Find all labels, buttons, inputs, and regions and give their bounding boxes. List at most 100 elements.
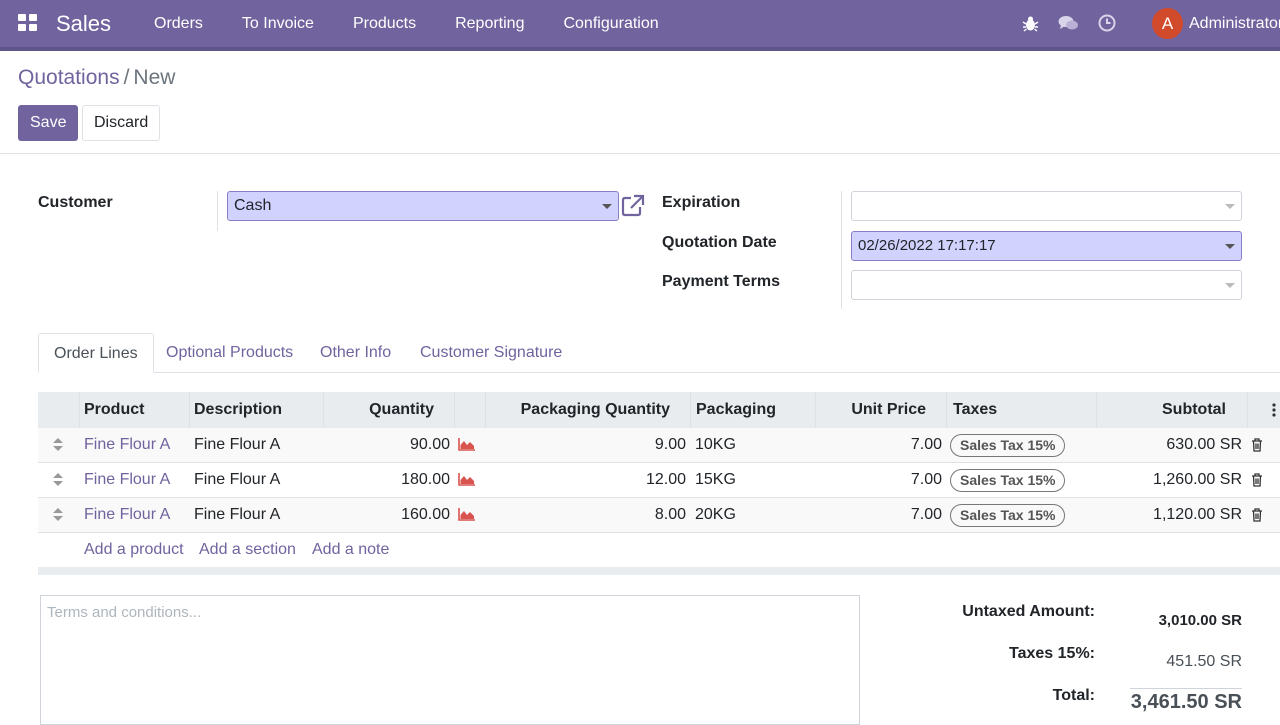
taxes-label: Taxes 15%: bbox=[1009, 645, 1095, 662]
user-menu[interactable]: Administrator bbox=[1189, 15, 1280, 33]
row-product[interactable]: Fine Flour A bbox=[84, 463, 170, 497]
row-unit-price[interactable]: 7.00 bbox=[820, 428, 942, 462]
tab-optional-products[interactable]: Optional Products bbox=[151, 333, 308, 373]
order-lines-header: Product Description Quantity Packaging Q… bbox=[38, 392, 1280, 428]
forecast-chart-icon[interactable] bbox=[458, 473, 476, 486]
row-description[interactable]: Fine Flour A bbox=[194, 463, 280, 497]
table-row[interactable]: Fine Flour A Fine Flour A 90.00 9.00 10K… bbox=[38, 428, 1280, 463]
row-subtotal: 630.00 SR bbox=[1166, 436, 1242, 453]
add-section-link[interactable]: Add a section bbox=[199, 541, 296, 559]
dropdown-caret-icon[interactable] bbox=[1225, 244, 1235, 249]
add-note-link[interactable]: Add a note bbox=[312, 541, 389, 559]
menu-orders[interactable]: Orders bbox=[154, 15, 203, 33]
col-taxes[interactable]: Taxes bbox=[953, 392, 997, 428]
payment-terms-label: Payment Terms bbox=[662, 273, 780, 290]
col-quantity[interactable]: Quantity bbox=[328, 392, 434, 428]
apps-menu-icon[interactable] bbox=[18, 14, 38, 32]
col-unit-price[interactable]: Unit Price bbox=[820, 392, 926, 428]
external-link-icon[interactable] bbox=[621, 194, 645, 217]
expiration-label: Expiration bbox=[662, 194, 741, 211]
discard-button[interactable]: Discard bbox=[82, 105, 161, 141]
table-row[interactable]: Fine Flour A Fine Flour A 160.00 8.00 20… bbox=[38, 498, 1280, 533]
quotation-date-value: 02/26/2022 17:17:17 bbox=[858, 237, 996, 254]
breadcrumb-current: New bbox=[133, 66, 176, 89]
row-packaging[interactable]: 15KG bbox=[695, 463, 736, 497]
row-product[interactable]: Fine Flour A bbox=[84, 498, 170, 532]
total-value: 3,461.50 SR bbox=[1130, 691, 1242, 713]
drag-handle-icon[interactable] bbox=[53, 508, 63, 522]
row-unit-price[interactable]: 7.00 bbox=[820, 463, 942, 497]
total-label: Total: bbox=[1052, 687, 1095, 704]
table-footer bbox=[38, 567, 1280, 575]
drag-handle-icon[interactable] bbox=[53, 438, 63, 452]
top-navbar: Sales Orders To Invoice Products Reporti… bbox=[0, 0, 1280, 51]
tax-badge[interactable]: Sales Tax 15% bbox=[950, 469, 1066, 492]
row-description[interactable]: Fine Flour A bbox=[194, 428, 280, 462]
quotation-date-field[interactable]: 02/26/2022 17:17:17 bbox=[851, 231, 1242, 261]
forecast-chart-icon[interactable] bbox=[458, 508, 476, 521]
dropdown-caret-icon[interactable] bbox=[1225, 283, 1235, 288]
main-menu: Orders To Invoice Products Reporting Con… bbox=[154, 15, 698, 33]
expiration-field[interactable] bbox=[851, 191, 1242, 221]
optional-columns-icon[interactable] bbox=[1272, 403, 1276, 417]
row-subtotal: 1,260.00 SR bbox=[1153, 471, 1242, 488]
menu-products[interactable]: Products bbox=[353, 15, 416, 33]
col-product[interactable]: Product bbox=[84, 392, 144, 428]
terms-and-conditions-input[interactable]: Terms and conditions... bbox=[40, 595, 860, 725]
field-divider bbox=[217, 191, 218, 231]
control-panel-divider bbox=[0, 153, 1280, 154]
activity-clock-icon[interactable] bbox=[1098, 14, 1116, 32]
customer-value: Cash bbox=[234, 197, 272, 214]
quotation-date-label: Quotation Date bbox=[662, 234, 777, 251]
terms-placeholder: Terms and conditions... bbox=[47, 604, 202, 621]
untaxed-amount-value: 3,010.00 SR bbox=[1158, 612, 1242, 629]
tax-badge[interactable]: Sales Tax 15% bbox=[950, 434, 1066, 457]
user-avatar[interactable]: A bbox=[1152, 8, 1183, 39]
col-packaging[interactable]: Packaging bbox=[696, 392, 776, 428]
delete-line-icon[interactable] bbox=[1251, 508, 1263, 522]
col-packaging-quantity[interactable]: Packaging Quantity bbox=[490, 392, 670, 428]
delete-line-icon[interactable] bbox=[1251, 438, 1263, 452]
delete-line-icon[interactable] bbox=[1251, 473, 1263, 487]
row-quantity[interactable]: 90.00 bbox=[328, 428, 450, 462]
row-product[interactable]: Fine Flour A bbox=[84, 428, 170, 462]
total-divider bbox=[1130, 688, 1242, 689]
menu-to-invoice[interactable]: To Invoice bbox=[242, 15, 314, 33]
drag-handle-icon[interactable] bbox=[53, 473, 63, 487]
tab-order-lines[interactable]: Order Lines bbox=[38, 333, 154, 373]
row-description[interactable]: Fine Flour A bbox=[194, 498, 280, 532]
tax-badge[interactable]: Sales Tax 15% bbox=[950, 504, 1066, 527]
row-quantity[interactable]: 160.00 bbox=[328, 498, 450, 532]
breadcrumb-separator: / bbox=[123, 66, 130, 89]
col-description[interactable]: Description bbox=[194, 392, 282, 428]
row-packaging[interactable]: 20KG bbox=[695, 498, 736, 532]
row-subtotal: 1,120.00 SR bbox=[1153, 506, 1242, 523]
customer-field[interactable]: Cash bbox=[227, 191, 619, 221]
row-packaging-quantity[interactable]: 8.00 bbox=[490, 498, 686, 532]
row-packaging[interactable]: 10KG bbox=[695, 428, 736, 462]
menu-configuration[interactable]: Configuration bbox=[563, 15, 658, 33]
breadcrumb: Quotations / New bbox=[18, 66, 175, 90]
app-name[interactable]: Sales bbox=[56, 11, 111, 37]
bug-icon[interactable] bbox=[1022, 15, 1039, 32]
dropdown-caret-icon[interactable] bbox=[1225, 204, 1235, 209]
untaxed-amount-label: Untaxed Amount: bbox=[962, 603, 1095, 620]
taxes-value: 451.50 SR bbox=[1166, 653, 1242, 670]
row-packaging-quantity[interactable]: 12.00 bbox=[490, 463, 686, 497]
row-packaging-quantity[interactable]: 9.00 bbox=[490, 428, 686, 462]
menu-reporting[interactable]: Reporting bbox=[455, 15, 524, 33]
save-button[interactable]: Save bbox=[18, 105, 79, 141]
row-unit-price[interactable]: 7.00 bbox=[820, 498, 942, 532]
table-row[interactable]: Fine Flour A Fine Flour A 180.00 12.00 1… bbox=[38, 463, 1280, 498]
col-subtotal[interactable]: Subtotal bbox=[1101, 392, 1226, 428]
breadcrumb-quotations-link[interactable]: Quotations bbox=[18, 66, 120, 89]
tab-customer-signature[interactable]: Customer Signature bbox=[405, 333, 577, 373]
messaging-icon[interactable] bbox=[1058, 15, 1079, 32]
tab-other-info[interactable]: Other Info bbox=[305, 333, 406, 373]
row-quantity[interactable]: 180.00 bbox=[328, 463, 450, 497]
dropdown-caret-icon[interactable] bbox=[602, 204, 612, 209]
customer-label: Customer bbox=[38, 194, 113, 211]
forecast-chart-icon[interactable] bbox=[458, 438, 476, 451]
payment-terms-field[interactable] bbox=[851, 270, 1242, 300]
add-product-link[interactable]: Add a product bbox=[84, 541, 184, 559]
